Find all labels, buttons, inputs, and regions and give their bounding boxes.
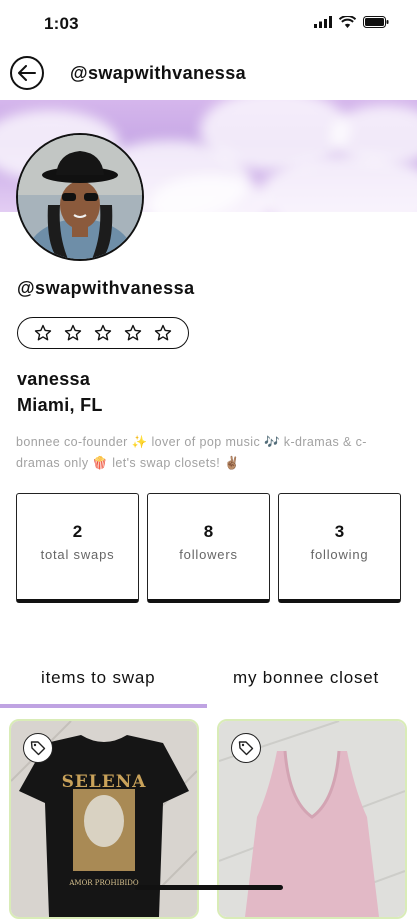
star-icon — [94, 324, 112, 341]
star-icon — [154, 324, 172, 341]
tag-icon — [238, 741, 254, 756]
active-tab-indicator — [0, 704, 207, 708]
stat-label: total swaps — [40, 547, 115, 562]
shirt-print-subtitle: AMOR PROHIBIDO — [68, 879, 139, 887]
wifi-icon — [339, 16, 356, 28]
home-indicator — [135, 885, 283, 890]
profile-name: vanessa — [17, 369, 91, 389]
arrow-left-icon — [18, 65, 36, 81]
status-bar: 1:03 — [0, 0, 417, 48]
avatar[interactable] — [16, 133, 144, 261]
top-nav: @swapwithvanessa — [0, 48, 417, 100]
stat-total-swaps[interactable]: 2 total swaps — [16, 493, 139, 603]
stat-label: followers — [179, 547, 238, 562]
stat-value: 2 — [72, 522, 83, 541]
page-title: @swapwithvanessa — [70, 63, 247, 83]
star-icon — [124, 324, 142, 341]
signal-icon — [314, 16, 332, 28]
profile-photo — [18, 135, 142, 259]
shirt-print-title: SELENA — [62, 772, 147, 792]
stat-followers[interactable]: 8 followers — [147, 493, 270, 603]
profile-location: Miami, FL — [17, 395, 103, 415]
tag-button[interactable] — [23, 733, 53, 763]
star-rating — [17, 317, 189, 349]
stat-value: 3 — [334, 522, 345, 541]
tag-icon — [30, 741, 46, 756]
stat-following[interactable]: 3 following — [278, 493, 401, 603]
tab-my-bonnee-closet[interactable]: my bonnee closet — [233, 668, 379, 688]
status-time: 1:03 — [44, 14, 79, 33]
stat-value: 8 — [203, 522, 214, 541]
star-icon — [34, 324, 52, 341]
profile-bio: bonnee co-founder ✨ lover of pop music 🎶… — [16, 435, 367, 470]
battery-icon — [363, 16, 389, 28]
tab-items-to-swap[interactable]: items to swap — [41, 668, 155, 688]
tag-button[interactable] — [231, 733, 261, 763]
back-button[interactable] — [10, 56, 44, 90]
closet-tabs: items to swap my bonnee closet — [0, 660, 417, 712]
status-icons — [314, 16, 389, 28]
stat-label: following — [310, 547, 369, 562]
profile-handle: @swapwithvanessa — [17, 278, 195, 298]
star-icon — [64, 324, 82, 341]
